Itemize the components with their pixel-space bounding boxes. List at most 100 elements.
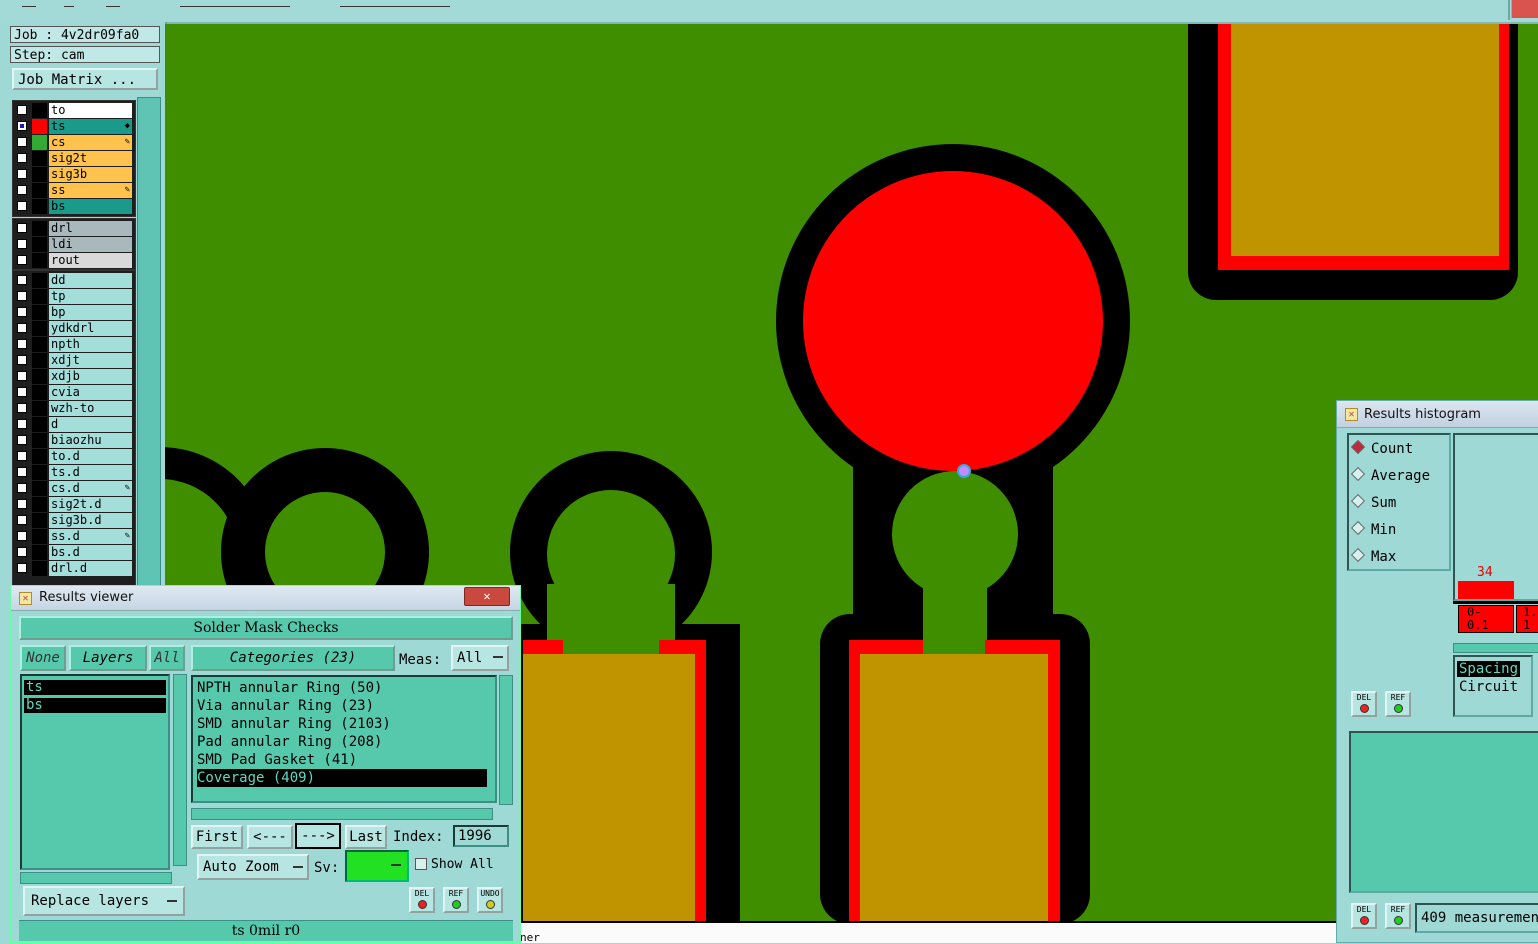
- layer-checkbox[interactable]: [17, 451, 27, 461]
- first-button[interactable]: First: [191, 825, 243, 849]
- layer-checkbox[interactable]: [17, 547, 27, 557]
- layer-color-swatch[interactable]: [32, 289, 47, 304]
- layer-name[interactable]: xdjb: [49, 369, 132, 384]
- results-viewer-titlebar[interactable]: ✕ Results viewer ✕: [11, 586, 520, 611]
- layer-color-swatch[interactable]: [32, 305, 47, 320]
- layer-row-biaozhu[interactable]: biaozhu: [13, 433, 133, 448]
- layer-checkbox[interactable]: [17, 169, 27, 179]
- layer-checkbox[interactable]: [17, 403, 27, 413]
- layer-name[interactable]: bs.d: [49, 545, 132, 560]
- layer-checkbox[interactable]: [17, 137, 27, 147]
- layer-color-swatch[interactable]: [32, 167, 47, 182]
- layer-row-bs.d[interactable]: bs.d: [13, 545, 133, 560]
- layer-checkbox[interactable]: [17, 201, 27, 211]
- layer-name[interactable]: dd: [49, 273, 132, 288]
- mode-radio-max[interactable]: Max: [1350, 547, 1396, 565]
- last-button[interactable]: Last: [345, 825, 387, 849]
- layer-color-swatch[interactable]: [32, 151, 47, 166]
- category-item[interactable]: Pad annular Ring (208): [197, 733, 487, 751]
- radio-icon[interactable]: [1350, 520, 1366, 536]
- layer-checkbox[interactable]: [17, 255, 27, 265]
- layers-list[interactable]: ts bs: [20, 674, 170, 870]
- layer-color-swatch[interactable]: [32, 497, 47, 512]
- layer-color-swatch[interactable]: [32, 433, 47, 448]
- categories-scrollbar[interactable]: [499, 675, 513, 805]
- layer-color-swatch[interactable]: [32, 237, 47, 252]
- check-name-button[interactable]: Solder Mask Checks: [19, 616, 513, 640]
- layer-name[interactable]: drl.d: [49, 561, 132, 576]
- layer-checkbox[interactable]: [17, 531, 27, 541]
- result-layer-item[interactable]: bs: [24, 698, 166, 713]
- layer-row-ydkdrl[interactable]: ydkdrl: [13, 321, 133, 336]
- layer-checkbox[interactable]: [17, 371, 27, 381]
- layer-row-wzh-to[interactable]: wzh-to: [13, 401, 133, 416]
- hist-ref-button-2[interactable]: REF: [1385, 903, 1411, 929]
- category-item[interactable]: SMD annular Ring (2103): [197, 715, 487, 733]
- layer-row-ts.d[interactable]: ts.d: [13, 465, 133, 480]
- layer-checkbox[interactable]: [17, 291, 27, 301]
- layer-color-swatch[interactable]: [32, 465, 47, 480]
- layer-row-sig3b[interactable]: sig3b: [13, 167, 133, 182]
- layer-checkbox[interactable]: [17, 121, 27, 131]
- layer-row-d[interactable]: d: [13, 417, 133, 432]
- layer-color-swatch[interactable]: [32, 103, 47, 118]
- layer-name[interactable]: cvia: [49, 385, 132, 400]
- layer-color-swatch[interactable]: [32, 337, 47, 352]
- layer-row-cs[interactable]: cs ✎: [13, 135, 133, 150]
- result-layer-item[interactable]: ts: [24, 680, 166, 695]
- layer-color-swatch[interactable]: [32, 401, 47, 416]
- hist-del-button-2[interactable]: DEL: [1351, 903, 1377, 929]
- layer-name[interactable]: bp: [49, 305, 132, 320]
- layer-name[interactable]: drl: [49, 221, 132, 236]
- layer-checkbox[interactable]: [17, 275, 27, 285]
- layer-checkbox[interactable]: [17, 339, 27, 349]
- layer-checkbox[interactable]: [17, 153, 27, 163]
- bin-label-2[interactable]: 1. 1: [1516, 605, 1538, 633]
- layer-row-tp[interactable]: tp: [13, 289, 133, 304]
- replace-layers-dropdown[interactable]: Replace layers: [23, 886, 185, 916]
- all-button[interactable]: All: [149, 645, 185, 671]
- layer-name[interactable]: sig2t: [49, 151, 132, 166]
- layer-checkbox[interactable]: [17, 419, 27, 429]
- layer-row-npth[interactable]: npth: [13, 337, 133, 352]
- layer-row-sig3b.d[interactable]: sig3b.d: [13, 513, 133, 528]
- severity-dropdown[interactable]: [345, 850, 409, 882]
- layer-checkbox[interactable]: [17, 435, 27, 445]
- categories-button[interactable]: Categories (23): [191, 645, 395, 671]
- layer-row-to[interactable]: to: [13, 103, 133, 118]
- category-item[interactable]: SMD Pad Gasket (41): [197, 751, 487, 769]
- layer-name[interactable]: wzh-to: [49, 401, 132, 416]
- layer-color-swatch[interactable]: [32, 385, 47, 400]
- layer-row-to.d[interactable]: to.d: [13, 449, 133, 464]
- layers-hscrollbar[interactable]: [20, 872, 172, 884]
- layers-button[interactable]: Layers: [69, 645, 147, 671]
- categories-list[interactable]: NPTH annular Ring (50) Via annular Ring (…: [191, 675, 497, 803]
- layer-checkbox[interactable]: [17, 387, 27, 397]
- layer-checkbox[interactable]: [17, 483, 27, 493]
- histogram-titlebar[interactable]: ✕ Results histogram: [1337, 401, 1538, 428]
- layer-name[interactable]: xdjt: [49, 353, 132, 368]
- layer-name[interactable]: ss ✎: [49, 183, 132, 198]
- layer-name[interactable]: ldi: [49, 237, 132, 252]
- layer-color-swatch[interactable]: [32, 561, 47, 576]
- layer-name[interactable]: bs: [49, 199, 132, 214]
- layer-row-rout[interactable]: rout: [13, 253, 133, 268]
- radio-icon[interactable]: [1350, 439, 1366, 455]
- categories-hscrollbar[interactable]: [191, 808, 493, 820]
- layer-name[interactable]: cs.d ✎: [49, 481, 132, 496]
- layer-name[interactable]: npth: [49, 337, 132, 352]
- histogram-hscrollbar[interactable]: [1453, 643, 1538, 653]
- hist-ref-button[interactable]: REF: [1385, 691, 1411, 717]
- layer-name[interactable]: rout: [49, 253, 132, 268]
- del-button[interactable]: DEL: [409, 887, 435, 913]
- layer-checkbox[interactable]: [17, 307, 27, 317]
- radio-icon[interactable]: [1350, 547, 1366, 563]
- index-field[interactable]: 1996: [453, 825, 509, 847]
- layer-row-ldi[interactable]: ldi: [13, 237, 133, 252]
- category-item[interactable]: NPTH annular Ring (50): [197, 679, 487, 697]
- layer-row-bp[interactable]: bp: [13, 305, 133, 320]
- next-button[interactable]: --->: [295, 823, 341, 849]
- radio-icon[interactable]: [1350, 466, 1366, 482]
- layer-name[interactable]: sig3b.d: [49, 513, 132, 528]
- layer-row-xdjb[interactable]: xdjb: [13, 369, 133, 384]
